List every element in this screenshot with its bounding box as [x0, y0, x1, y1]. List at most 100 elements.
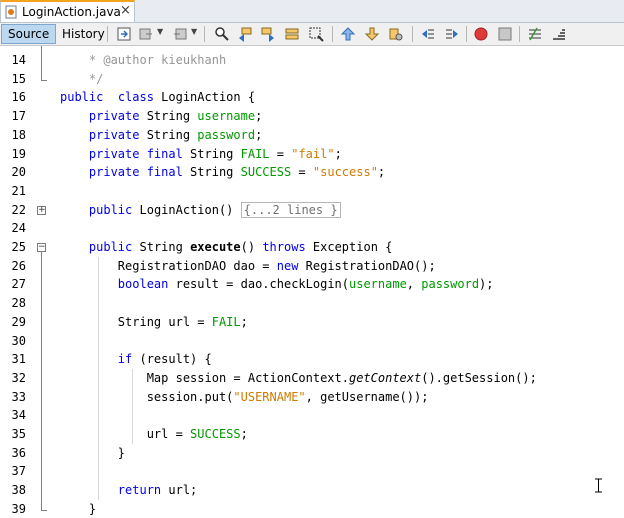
code-token: ;	[334, 146, 342, 161]
collapse-fold-icon[interactable]: −	[37, 243, 46, 252]
code-token: public	[88, 202, 133, 217]
start-macro-icon[interactable]	[473, 26, 489, 42]
code-token: Map session = ActionContext.	[60, 370, 349, 385]
code-line[interactable]: session.put("USERNAME", getUsername());	[60, 388, 429, 406]
code-line[interactable]: String url = FAIL;	[60, 313, 248, 331]
line-number: 25	[11, 240, 26, 254]
code-token: LoginAction()	[132, 202, 241, 217]
code-token: public	[88, 240, 133, 254]
code-token: return	[117, 483, 162, 498]
code-token: ().getSession();	[421, 370, 537, 385]
folded-code-block[interactable]: {...2 lines }	[240, 201, 341, 218]
code-line[interactable]: }	[60, 444, 125, 462]
code-token: username	[197, 109, 256, 124]
toggle-bookmark-icon[interactable]	[388, 26, 404, 42]
code-token: ;	[255, 127, 263, 142]
code-line[interactable]: url = SUCCESS;	[60, 425, 248, 443]
code-token: public	[60, 90, 104, 105]
code-line[interactable]: RegistrationDAO dao = new RegistrationDA…	[60, 257, 436, 275]
code-token: String url =	[60, 314, 212, 329]
close-tab-icon[interactable]: ×	[120, 3, 131, 18]
line-number: 31	[11, 352, 26, 367]
code-token: * @author kieukhanh	[60, 53, 227, 67]
code-token: private final	[88, 146, 183, 161]
code-line[interactable]: private final String SUCCESS = "success"…	[60, 163, 385, 181]
code-token: String	[132, 240, 191, 254]
code-token: "USERNAME"	[233, 389, 306, 404]
find-selection-icon[interactable]	[308, 26, 324, 42]
expand-fold-icon[interactable]: +	[37, 205, 46, 215]
code-token: ;	[240, 314, 248, 329]
code-line[interactable]: private String username;	[60, 107, 262, 125]
toggle-highlight-icon[interactable]	[284, 26, 300, 42]
fold-end-marker	[41, 509, 47, 511]
line-number: 17	[11, 109, 26, 124]
code-token: String	[182, 165, 241, 180]
code-token: ;	[255, 109, 263, 124]
code-token: ()	[240, 240, 263, 254]
code-line[interactable]: return url;	[60, 481, 197, 499]
line-number: 37	[11, 464, 26, 479]
fold-guide-line	[41, 46, 42, 80]
code-token: String	[139, 109, 198, 124]
code-token: "success"	[312, 165, 378, 180]
tab-title: LoginAction.java	[22, 5, 121, 19]
code-editor[interactable]: 14 15 16 17 18 19 20 21 22 24 25 26 27 28 29 30 31 32 33 34…	[0, 46, 624, 518]
code-line[interactable]: if (result) {	[60, 350, 212, 368]
line-number: 26	[11, 258, 26, 273]
editor-toolbar: Source History ▼ ▼	[0, 23, 624, 46]
code-token: }	[60, 445, 126, 460]
code-token: session.put(	[60, 389, 234, 404]
code-line[interactable]: */	[60, 70, 103, 88]
line-number: 34	[11, 408, 26, 423]
find-next-icon[interactable]	[260, 26, 276, 42]
code-line[interactable]: public String execute() throws Exception…	[60, 238, 392, 256]
next-bookmark-icon[interactable]	[364, 26, 380, 42]
uncomment-icon[interactable]	[551, 26, 567, 42]
code-token: url;	[161, 483, 198, 498]
code-line[interactable]: private final String FAIL = "fail";	[60, 145, 342, 163]
code-line[interactable]: private String password;	[60, 126, 262, 144]
code-area[interactable]: * @author kieukhanh */ public class Login…	[60, 46, 620, 518]
code-token: throws	[262, 240, 306, 254]
find-icon[interactable]	[214, 26, 230, 42]
previous-bookmark-icon[interactable]	[340, 26, 356, 42]
shift-right-icon[interactable]	[444, 26, 460, 42]
forward-icon[interactable]	[172, 26, 188, 42]
code-line[interactable]: boolean result = dao.checkLogin(username…	[60, 275, 494, 293]
code-line[interactable]: }	[60, 500, 96, 518]
code-line[interactable]: public class LoginAction {	[60, 88, 255, 106]
line-number: 38	[11, 483, 26, 498]
comment-icon[interactable]	[527, 26, 543, 42]
back-dropdown-icon[interactable]: ▼	[157, 27, 163, 36]
code-token: RegistrationDAO dao =	[60, 258, 277, 273]
history-button[interactable]: History	[55, 24, 112, 44]
line-number: 18	[11, 127, 26, 142]
editor-tab-bar: LoginAction.java ×	[0, 0, 624, 23]
code-token: ;	[377, 165, 386, 180]
file-tab[interactable]: LoginAction.java ×	[0, 0, 135, 22]
line-number: 27	[11, 277, 26, 292]
line-number-gutter: 14 15 16 17 18 19 20 21 22 24 25 26 27 28 29 30 31 32 33 34…	[0, 46, 56, 516]
fold-end-marker	[41, 79, 47, 81]
shift-left-icon[interactable]	[420, 26, 436, 42]
last-edit-icon[interactable]	[116, 26, 132, 42]
code-token: password	[197, 127, 256, 142]
line-number: 24	[11, 221, 26, 236]
toolbar-separator	[332, 26, 333, 42]
code-token: =	[291, 165, 313, 180]
stop-macro-icon[interactable]	[497, 26, 513, 42]
back-icon[interactable]	[138, 26, 154, 42]
code-token: private final	[88, 165, 183, 180]
code-line[interactable]: public LoginAction() {...2 lines }	[60, 201, 341, 219]
code-line[interactable]: * @author kieukhanh	[60, 51, 226, 69]
code-token: =	[269, 146, 292, 161]
source-button[interactable]: Source	[1, 24, 57, 44]
find-previous-icon[interactable]	[237, 26, 253, 42]
toolbar-separator	[412, 26, 413, 42]
code-token: username	[349, 277, 407, 292]
forward-dropdown-icon[interactable]: ▼	[191, 27, 197, 36]
